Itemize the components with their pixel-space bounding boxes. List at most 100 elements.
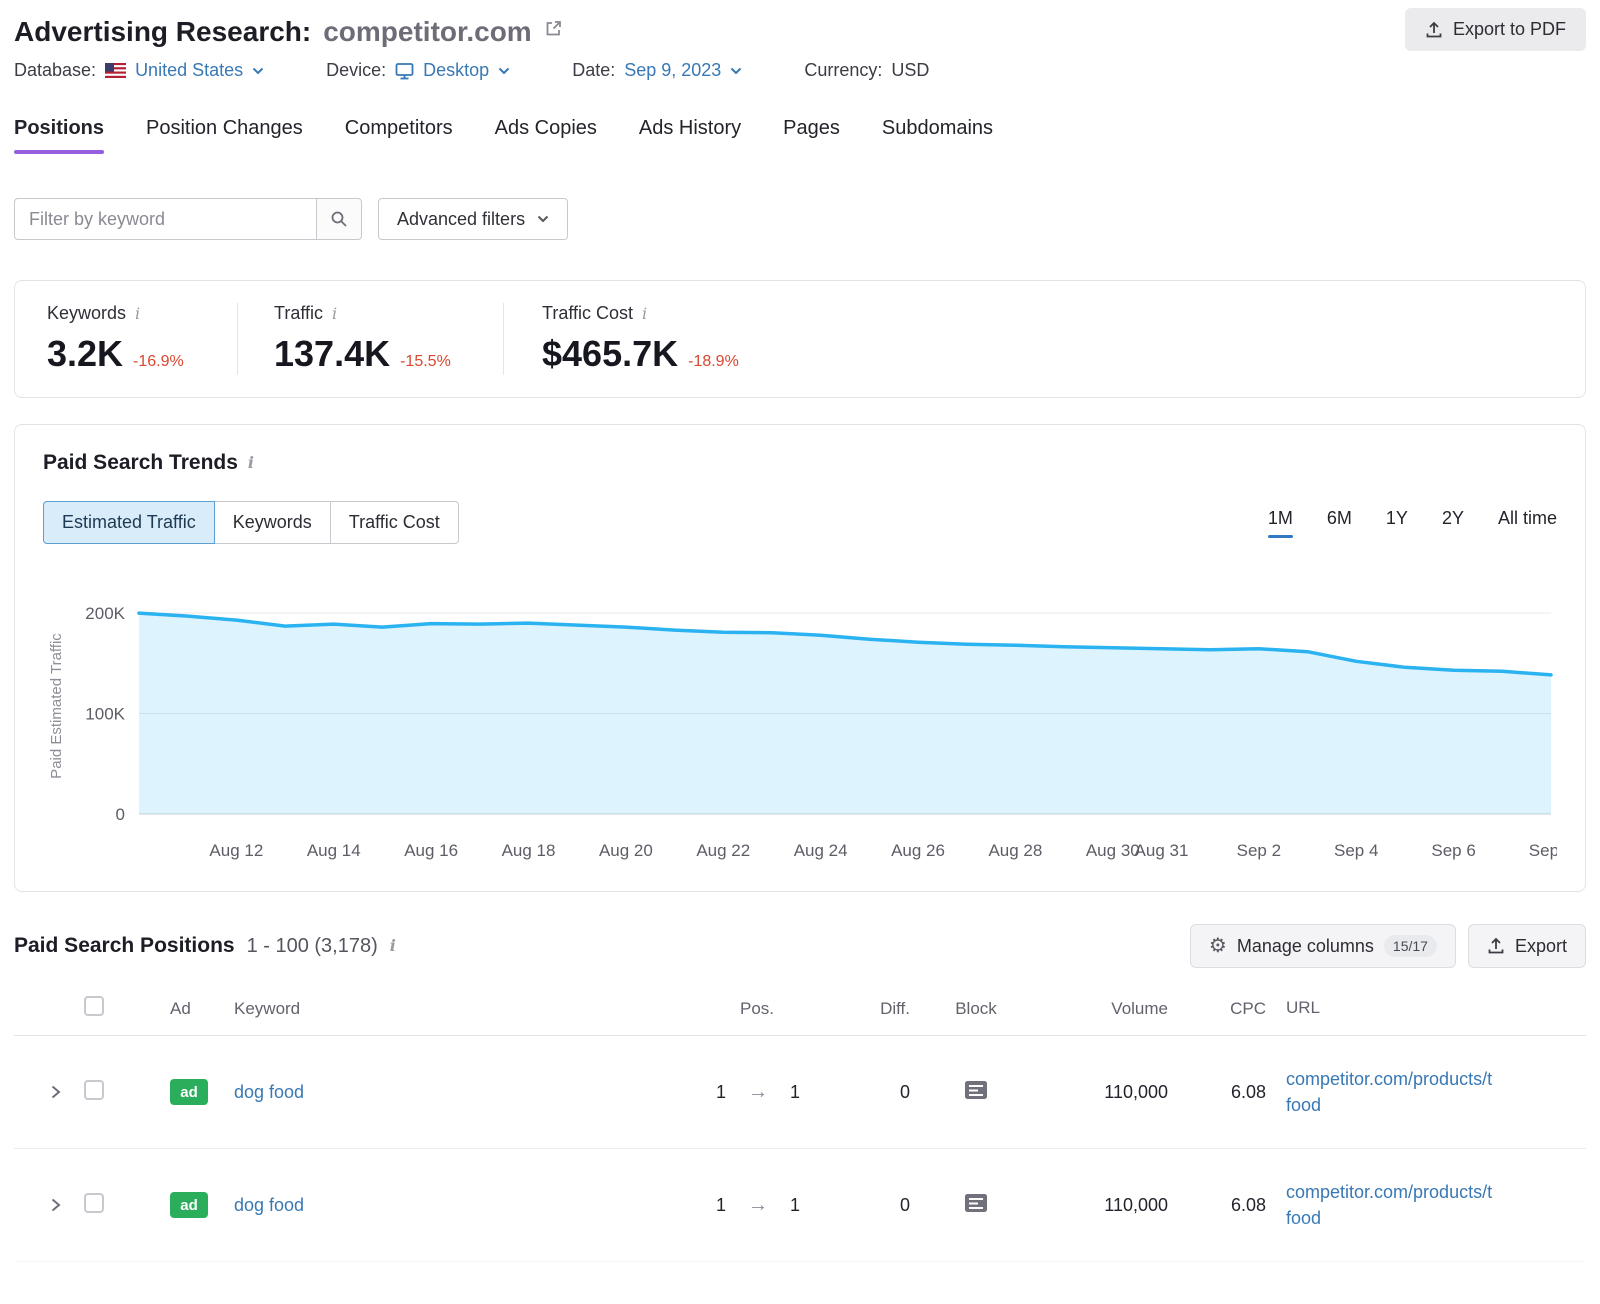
trend-metric-toggle: Estimated Traffic Keywords Traffic Cost: [43, 501, 459, 544]
row-checkbox[interactable]: [84, 1080, 104, 1100]
info-icon[interactable]: i: [390, 938, 396, 954]
column-header-volume[interactable]: Volume: [1026, 999, 1176, 1019]
tab-ads-copies[interactable]: Ads Copies: [495, 117, 597, 154]
url-link[interactable]: competitor.com/products/t food: [1286, 1069, 1492, 1115]
column-header-url[interactable]: URL: [1286, 996, 1586, 1021]
diff-cell: 0: [846, 1082, 926, 1103]
expand-row-icon[interactable]: [50, 1197, 70, 1213]
range-1y[interactable]: 1Y: [1386, 508, 1408, 538]
table-header-row: Ad Keyword Pos. Diff. Block Volume CPC U…: [14, 982, 1586, 1036]
url-link[interactable]: competitor.com/products/t food: [1286, 1182, 1492, 1228]
svg-text:Aug 22: Aug 22: [696, 841, 750, 860]
position-cell: 1 → 1: [676, 1081, 846, 1104]
traffic-stat-value: 137.4K: [274, 333, 390, 375]
date-value[interactable]: Sep 9, 2023: [624, 60, 721, 81]
svg-text:Sep 2: Sep 2: [1237, 841, 1281, 860]
upload-icon: [1487, 937, 1505, 955]
range-1m[interactable]: 1M: [1268, 508, 1293, 538]
position-arrow-icon: →: [748, 1081, 768, 1104]
currency-value: USD: [891, 60, 929, 81]
svg-text:Aug 20: Aug 20: [599, 841, 653, 860]
volume-cell: 110,000: [1026, 1082, 1176, 1103]
chevron-down-icon: [537, 215, 549, 223]
svg-text:Aug 24: Aug 24: [794, 841, 848, 860]
chevron-down-icon: [252, 67, 264, 75]
column-header-ad[interactable]: Ad: [134, 999, 206, 1019]
page-title-domain: competitor.com: [323, 16, 531, 48]
range-6m[interactable]: 6M: [1327, 508, 1352, 538]
page-header: Advertising Research: competitor.com Exp…: [14, 8, 1586, 60]
ad-badge[interactable]: ad: [170, 1192, 208, 1218]
cpc-cell: 6.08: [1176, 1082, 1286, 1103]
date-filter[interactable]: Date: Sep 9, 2023: [572, 60, 742, 81]
keywords-stat-value: 3.2K: [47, 333, 123, 375]
select-all-checkbox[interactable]: [84, 996, 104, 1016]
database-value[interactable]: United States: [135, 60, 243, 81]
toggle-keywords[interactable]: Keywords: [214, 501, 331, 544]
chevron-down-icon: [498, 67, 510, 75]
row-checkbox[interactable]: [84, 1193, 104, 1213]
filter-controls: Advanced filters: [14, 198, 1586, 240]
chevron-down-icon: [730, 67, 742, 75]
tab-subdomains[interactable]: Subdomains: [882, 117, 993, 154]
traffic-cost-stat-label: Traffic Cost: [542, 303, 633, 324]
info-icon[interactable]: i: [332, 306, 337, 322]
expand-row-icon[interactable]: [50, 1084, 70, 1100]
database-filter[interactable]: Database: United States: [14, 60, 264, 81]
external-link-icon[interactable]: [544, 19, 563, 38]
keyword-link[interactable]: dog food: [234, 1082, 304, 1102]
column-header-block[interactable]: Block: [926, 999, 1026, 1019]
info-icon[interactable]: i: [135, 306, 140, 322]
paid-search-trends-card: Paid Search Trends i Estimated Traffic K…: [14, 424, 1586, 892]
keyword-filter-input[interactable]: [14, 198, 316, 240]
tab-position-changes[interactable]: Position Changes: [146, 117, 303, 154]
svg-text:Sep 6: Sep 6: [1431, 841, 1475, 860]
manage-columns-label: Manage columns: [1237, 936, 1374, 957]
svg-text:Aug 18: Aug 18: [502, 841, 556, 860]
block-icon[interactable]: [964, 1197, 988, 1217]
svg-text:Sep 4: Sep 4: [1334, 841, 1378, 860]
range-2y[interactable]: 2Y: [1442, 508, 1464, 538]
traffic-stat-label: Traffic: [274, 303, 323, 324]
export-label: Export: [1515, 936, 1567, 957]
keywords-stat-change: -16.9%: [133, 353, 184, 371]
tab-positions[interactable]: Positions: [14, 117, 104, 154]
toggle-traffic-cost[interactable]: Traffic Cost: [330, 501, 459, 544]
diff-cell: 0: [846, 1195, 926, 1216]
svg-text:Aug 14: Aug 14: [307, 841, 361, 860]
position-cell: 1 → 1: [676, 1194, 846, 1217]
device-filter[interactable]: Device: Desktop: [326, 60, 510, 81]
tab-competitors[interactable]: Competitors: [345, 117, 453, 154]
export-pdf-button[interactable]: Export to PDF: [1405, 8, 1586, 51]
paid-search-positions-table: Ad Keyword Pos. Diff. Block Volume CPC U…: [14, 982, 1586, 1262]
device-value[interactable]: Desktop: [423, 60, 489, 81]
gear-icon: ⚙: [1209, 936, 1227, 956]
tab-ads-history[interactable]: Ads History: [639, 117, 741, 154]
search-button[interactable]: [316, 198, 362, 240]
monitor-icon: [395, 62, 414, 80]
paid-estimated-traffic-chart[interactable]: 0100K200KAug 12Aug 14Aug 16Aug 18Aug 20A…: [43, 562, 1557, 872]
ad-badge[interactable]: ad: [170, 1079, 208, 1105]
traffic-stat: Traffic i 137.4K -15.5%: [237, 303, 503, 375]
toggle-estimated-traffic[interactable]: Estimated Traffic: [43, 501, 215, 544]
column-header-pos[interactable]: Pos.: [676, 999, 846, 1019]
svg-text:Sep 8: Sep 8: [1529, 841, 1557, 860]
range-all-time[interactable]: All time: [1498, 508, 1557, 538]
keyword-link[interactable]: dog food: [234, 1195, 304, 1215]
tab-pages[interactable]: Pages: [783, 117, 840, 154]
table-row: ad dog food 1 → 1 0 110,000 6.08 competi…: [14, 1149, 1586, 1262]
advanced-filters-label: Advanced filters: [397, 209, 525, 230]
manage-columns-button[interactable]: ⚙ Manage columns 15/17: [1190, 924, 1456, 968]
currency-label: Currency:: [804, 60, 882, 81]
info-icon[interactable]: i: [642, 306, 647, 322]
export-button[interactable]: Export: [1468, 924, 1586, 968]
keywords-stat: Keywords i 3.2K -16.9%: [15, 303, 237, 375]
column-header-diff[interactable]: Diff.: [846, 999, 926, 1019]
column-header-cpc[interactable]: CPC: [1176, 999, 1286, 1019]
column-header-keyword[interactable]: Keyword: [206, 999, 676, 1019]
block-icon[interactable]: [964, 1084, 988, 1104]
info-icon[interactable]: i: [248, 455, 254, 471]
cpc-cell: 6.08: [1176, 1195, 1286, 1216]
svg-text:Aug 28: Aug 28: [988, 841, 1042, 860]
advanced-filters-button[interactable]: Advanced filters: [378, 198, 568, 240]
